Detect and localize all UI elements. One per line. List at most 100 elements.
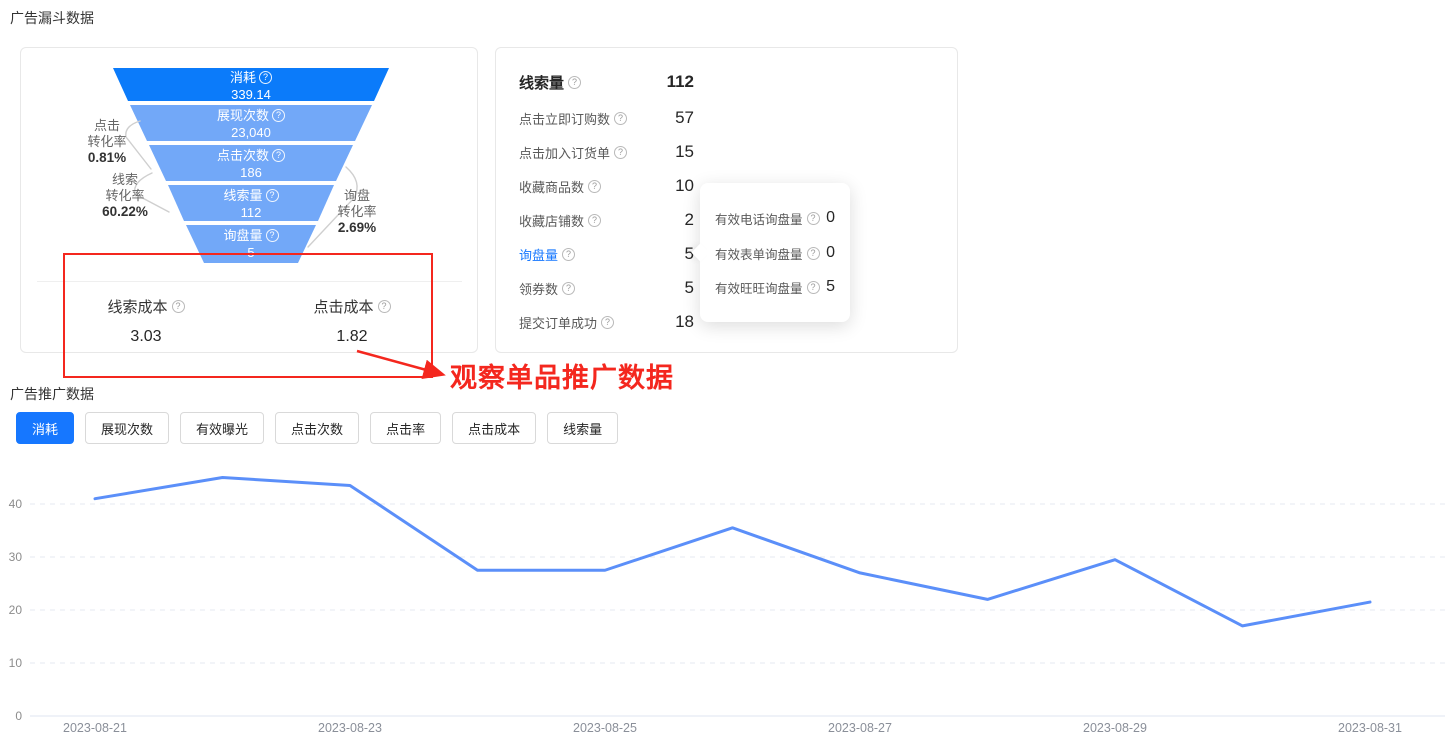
stat-value: 18 xyxy=(675,312,694,331)
tooltip-row-form: 有效表单询盘量? 0 xyxy=(715,243,835,263)
y-axis-tick-label: 0 xyxy=(15,709,22,723)
help-icon[interactable]: ? xyxy=(377,300,391,313)
click-conversion-rate: 点击 转化率 0.81% xyxy=(62,118,152,166)
tooltip-value: 0 xyxy=(826,209,835,226)
funnel-label-clicks: 点击次数? 186 xyxy=(171,148,331,180)
tab-consume[interactable]: 消耗 xyxy=(16,412,75,444)
promo-section-title: 广告推广数据 xyxy=(10,386,94,402)
help-icon[interactable]: ? xyxy=(265,189,279,202)
click-cost-label: 点击成本 xyxy=(313,299,374,316)
metric-tab-row: 消耗 展现次数 有效曝光 点击次数 点击率 点击成本 线索量 xyxy=(16,412,619,444)
help-icon[interactable]: ? xyxy=(806,280,820,294)
annotation-text: 观察单品推广数据 xyxy=(450,363,674,393)
divider xyxy=(37,281,462,282)
stat-row-coupons: 领券数? 5 xyxy=(519,278,694,298)
stat-value: 112 xyxy=(666,72,694,91)
stat-row-orders-submitted: 提交订单成功? 18 xyxy=(519,312,694,332)
consume-line-series xyxy=(93,476,1372,628)
stat-label: 线索量 xyxy=(519,74,565,92)
side-label-line: 点击 xyxy=(93,118,120,133)
tab-clicks[interactable]: 点击次数 xyxy=(275,412,360,444)
side-label-value: 2.69% xyxy=(337,220,377,235)
y-axis-tick-label: 30 xyxy=(9,550,23,564)
side-label-value: 0.81% xyxy=(87,150,127,165)
funnel-band-label: 线索量 xyxy=(223,188,263,203)
side-label-value: 60.22% xyxy=(102,204,148,219)
stat-label: 提交订单成功 xyxy=(519,315,598,331)
tab-leads[interactable]: 线索量 xyxy=(547,412,619,444)
funnel-band-value: 339.14 xyxy=(231,87,271,102)
help-icon[interactable]: ? xyxy=(601,315,615,329)
inquiry-breakdown-tooltip: 有效电话询盘量? 0 有效表单询盘量? 0 有效旺旺询盘量? 5 xyxy=(691,183,850,322)
side-label-line: 线索 xyxy=(111,172,138,187)
stat-row-click-order-now: 点击立即订购数? 57 xyxy=(519,108,694,128)
tab-effective-exposure[interactable]: 有效曝光 xyxy=(180,412,265,444)
help-icon[interactable]: ? xyxy=(806,211,820,225)
stat-row-fav-products: 收藏商品数? 10 xyxy=(519,176,694,196)
tooltip-label: 有效电话询盘量 xyxy=(715,212,803,227)
funnel-band-label: 点击次数 xyxy=(216,148,269,163)
help-icon[interactable]: ? xyxy=(588,179,602,193)
funnel-band-label: 询盘量 xyxy=(223,228,263,243)
help-icon[interactable]: ? xyxy=(562,281,576,295)
funnel-band-value: 5 xyxy=(247,245,255,260)
funnel-band-value: 23,040 xyxy=(231,125,271,140)
stat-value: 15 xyxy=(675,142,694,161)
stat-label: 点击立即订购数 xyxy=(519,111,611,127)
side-label-line: 转化率 xyxy=(337,204,377,219)
funnel-band-value: 186 xyxy=(240,165,262,180)
promo-line-chart-svg: 0 10 20 30 40 2023-08-21 2023-08-23 2023-08-25 2… xyxy=(9,476,1445,735)
stat-row-fav-shops: 收藏店铺数? 2 xyxy=(519,210,694,230)
lead-conversion-rate: 线索 转化率 60.22% xyxy=(80,172,170,220)
tooltip-value: 0 xyxy=(826,244,835,261)
lead-cost-metric: 线索成本? 3.03 xyxy=(46,296,246,346)
help-icon[interactable]: ? xyxy=(171,300,185,313)
promo-line-chart: 0 10 20 30 40 2023-08-21 2023-08-23 2023-08-25 2… xyxy=(0,456,1452,752)
stat-label: 收藏店铺数 xyxy=(519,213,585,229)
tooltip-label: 有效表单询盘量 xyxy=(715,247,803,262)
inquiry-conversion-rate: 询盘 转化率 2.69% xyxy=(312,188,402,236)
funnel-band-value: 112 xyxy=(240,205,262,220)
help-icon[interactable]: ? xyxy=(806,246,820,260)
stat-value: 5 xyxy=(684,244,694,263)
tooltip-value: 5 xyxy=(826,278,835,295)
y-axis-tick-label: 40 xyxy=(9,497,23,511)
funnel-card: 消耗? 339.14 展现次数? 23,040 点击次数? 186 线索量? 1… xyxy=(20,47,478,353)
x-axis-tick-label: 2023-08-31 xyxy=(1338,721,1402,735)
help-icon[interactable]: ? xyxy=(272,149,285,162)
funnel-band-label: 展现次数 xyxy=(216,108,269,123)
stat-value: 2 xyxy=(684,210,694,229)
stat-value: 10 xyxy=(675,176,694,195)
help-icon[interactable]: ? xyxy=(568,75,582,89)
stat-label: 收藏商品数 xyxy=(519,179,585,195)
stat-label: 领券数 xyxy=(519,281,559,297)
lead-cost-value: 3.03 xyxy=(130,328,162,345)
funnel-label-inquiries: 询盘量? 5 xyxy=(171,228,331,260)
help-icon[interactable]: ? xyxy=(259,71,272,84)
help-icon[interactable]: ? xyxy=(588,213,602,227)
stat-label: 点击加入订货单 xyxy=(519,145,611,161)
help-icon[interactable]: ? xyxy=(265,229,279,242)
stat-row-leads: 线索量? 112 xyxy=(519,72,694,92)
stat-row-add-to-order: 点击加入订货单? 15 xyxy=(519,142,694,162)
tab-click-cost[interactable]: 点击成本 xyxy=(452,412,537,444)
annotation-arrow xyxy=(356,349,446,380)
tab-click-rate[interactable]: 点击率 xyxy=(370,412,442,444)
x-axis-tick-label: 2023-08-21 xyxy=(63,721,127,735)
click-cost-value: 1.82 xyxy=(336,328,368,345)
stat-label-inquiries[interactable]: 询盘量 xyxy=(519,245,558,264)
tooltip-label: 有效旺旺询盘量 xyxy=(715,281,803,296)
side-label-line: 转化率 xyxy=(87,134,127,149)
y-axis-tick-label: 10 xyxy=(9,656,23,670)
lead-cost-label: 线索成本 xyxy=(107,299,168,316)
tab-impressions[interactable]: 展现次数 xyxy=(85,412,170,444)
stat-value: 5 xyxy=(684,278,694,297)
x-axis-tick-label: 2023-08-27 xyxy=(828,721,892,735)
funnel-section-title: 广告漏斗数据 xyxy=(10,10,94,26)
x-axis-tick-label: 2023-08-29 xyxy=(1083,721,1147,735)
help-icon[interactable]: ? xyxy=(562,247,576,261)
help-icon[interactable]: ? xyxy=(272,109,285,122)
stat-row-inquiries: 询盘量? 5 xyxy=(519,244,694,264)
stat-value: 57 xyxy=(675,108,694,127)
y-axis-tick-label: 20 xyxy=(9,603,23,617)
